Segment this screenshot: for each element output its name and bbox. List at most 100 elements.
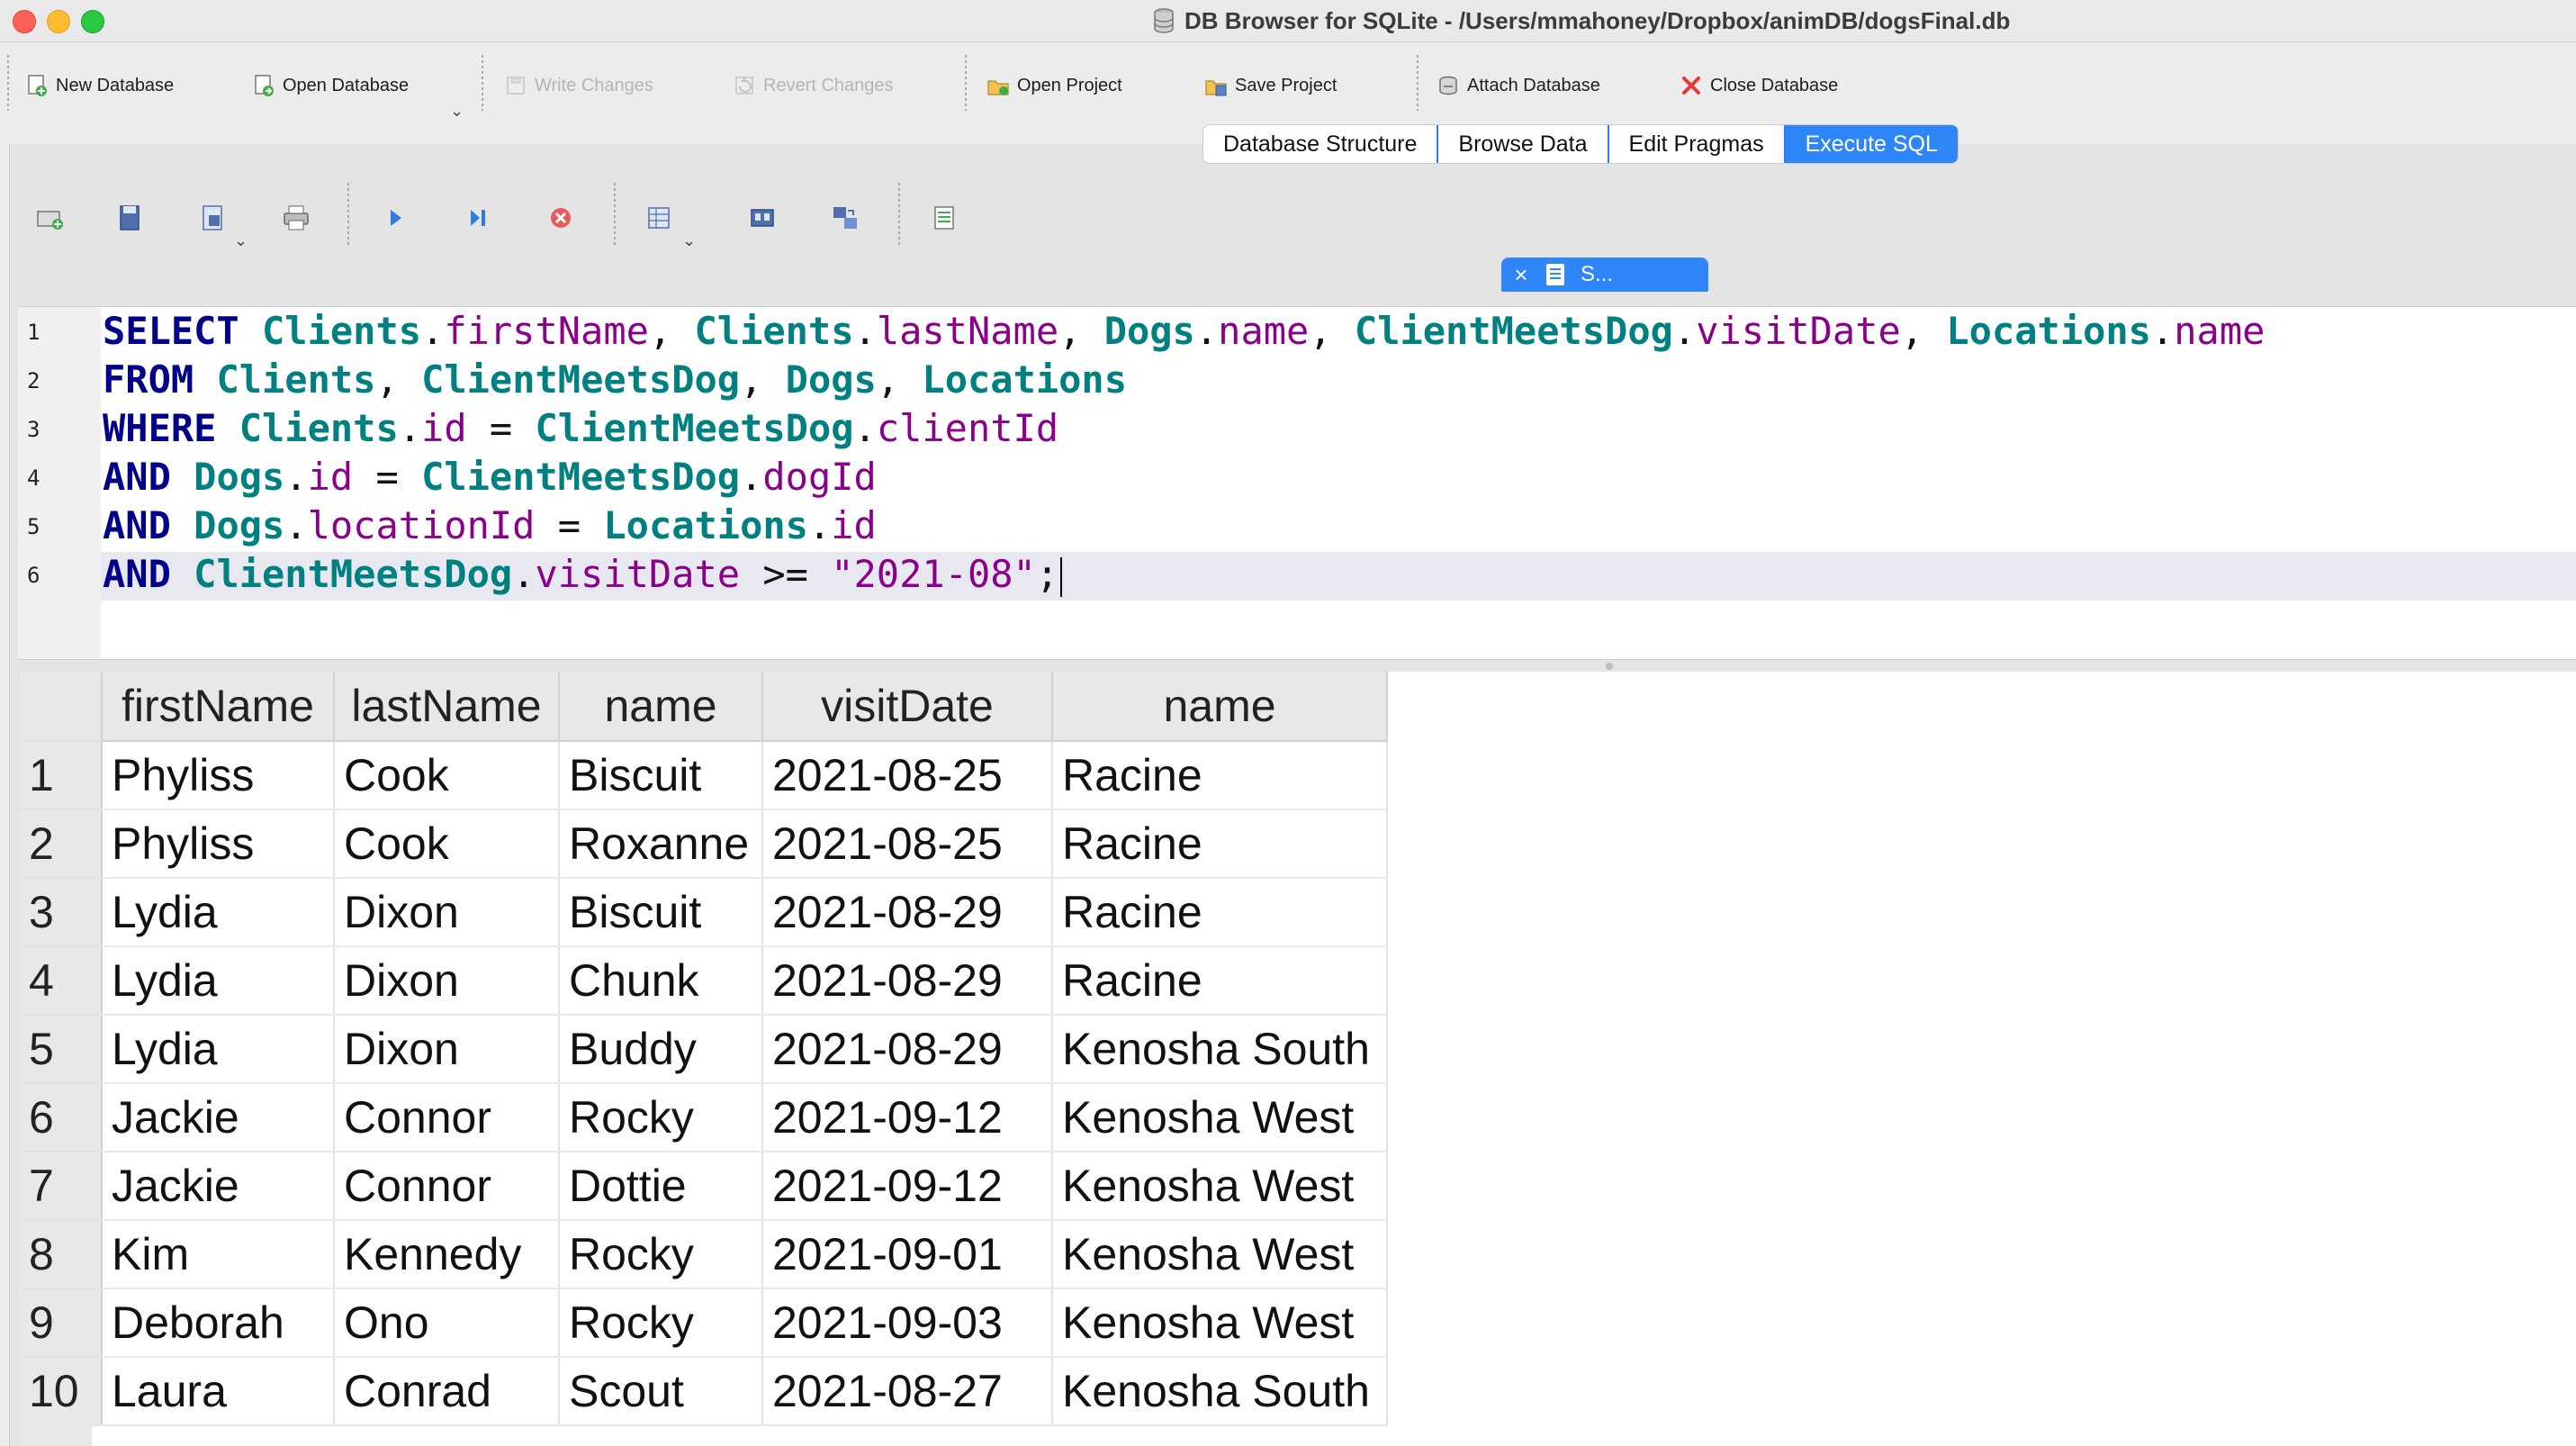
tab-database-structure[interactable]: Database Structure <box>1203 125 1439 163</box>
open-database-dropdown-icon[interactable]: ⌄ <box>450 102 464 121</box>
table-cell[interactable]: Dixon <box>334 946 560 1016</box>
table-cell[interactable]: Racine <box>1052 741 1388 810</box>
table-cell[interactable]: Cook <box>334 741 560 810</box>
execute-all-icon[interactable] <box>380 203 410 233</box>
table-cell[interactable]: Biscuit <box>559 878 763 947</box>
column-header[interactable]: lastName <box>334 672 560 742</box>
execute-current-line-icon[interactable] <box>463 203 493 233</box>
table-cell[interactable]: Buddy <box>559 1015 763 1084</box>
table-cell[interactable]: Phyliss <box>102 809 335 879</box>
splitter-handle[interactable] <box>1606 663 1613 670</box>
comment-block-icon[interactable] <box>929 203 959 233</box>
table-row[interactable]: 1 Phyliss Cook Biscuit 2021-08-25 Racine <box>20 741 1388 810</box>
row-number[interactable]: 10 <box>20 1357 103 1426</box>
window-zoom-button[interactable] <box>81 10 104 33</box>
table-cell[interactable]: 2021-09-12 <box>762 1152 1053 1221</box>
save-sql-dropdown-icon[interactable]: ⌄ <box>234 231 248 250</box>
table-cell[interactable]: Chunk <box>559 946 763 1016</box>
table-cell[interactable]: Kenosha West <box>1052 1288 1388 1358</box>
tab-execute-sql[interactable]: Execute SQL <box>1785 125 1958 163</box>
table-cell[interactable]: Cook <box>334 809 560 879</box>
sql-editor-tab[interactable]: × S... <box>1501 258 1708 292</box>
table-cell[interactable]: Rocky <box>559 1083 763 1152</box>
table-cell[interactable]: Conrad <box>334 1357 560 1426</box>
column-header[interactable]: name <box>1052 672 1388 742</box>
sql-code-line[interactable]: SELECT Clients.firstName, Clients.lastNa… <box>103 307 2265 356</box>
row-number[interactable]: 4 <box>20 946 103 1016</box>
table-row[interactable]: 4 Lydia Dixon Chunk 2021-08-29 Racine <box>20 946 1388 1016</box>
table-cell[interactable]: Dixon <box>334 1015 560 1084</box>
close-database-button[interactable]: Close Database <box>1680 69 1838 102</box>
table-cell[interactable]: 2021-08-29 <box>762 946 1053 1016</box>
table-cell[interactable]: 2021-09-12 <box>762 1083 1053 1152</box>
table-cell[interactable]: Deborah <box>102 1288 335 1358</box>
save-results-icon[interactable] <box>644 203 675 233</box>
table-row[interactable]: 3 Lydia Dixon Biscuit 2021-08-29 Racine <box>20 878 1388 947</box>
table-cell[interactable]: Racine <box>1052 878 1388 947</box>
attach-database-button[interactable]: Attach Database <box>1437 69 1600 102</box>
table-cell[interactable]: Kennedy <box>334 1220 560 1289</box>
tab-edit-pragmas[interactable]: Edit Pragmas <box>1609 125 1786 163</box>
table-cell[interactable]: 2021-08-25 <box>762 741 1053 810</box>
save-sql-file-icon[interactable] <box>198 203 229 233</box>
table-cell[interactable]: Racine <box>1052 946 1388 1016</box>
table-cell[interactable]: Jackie <box>102 1083 335 1152</box>
open-sql-file-icon[interactable] <box>115 203 146 233</box>
table-cell[interactable]: Connor <box>334 1152 560 1221</box>
sql-code-line[interactable]: FROM Clients, ClientMeetsDog, Dogs, Loca… <box>103 356 1127 404</box>
row-number[interactable]: 1 <box>20 741 103 810</box>
find-replace-icon[interactable] <box>830 203 860 233</box>
row-number[interactable]: 2 <box>20 809 103 879</box>
row-number[interactable]: 6 <box>20 1083 103 1152</box>
open-project-button[interactable]: Open Project <box>986 69 1122 102</box>
window-close-button[interactable] <box>13 10 36 33</box>
table-cell[interactable]: 2021-08-29 <box>762 1015 1053 1084</box>
open-tab-icon[interactable] <box>34 203 65 233</box>
table-row[interactable]: 10 Laura Conrad Scout 2021-08-27 Kenosha Sout… <box>20 1357 1388 1426</box>
table-cell[interactable]: Laura <box>102 1357 335 1426</box>
close-tab-icon[interactable]: × <box>1510 261 1532 289</box>
table-cell[interactable]: Lydia <box>102 946 335 1016</box>
table-cell[interactable]: Jackie <box>102 1152 335 1221</box>
table-cell[interactable]: 2021-08-29 <box>762 878 1053 947</box>
stop-execution-icon[interactable] <box>545 203 576 233</box>
table-row[interactable]: 2 Phyliss Cook Roxanne 2021-08-25 Racine <box>20 809 1388 879</box>
table-cell[interactable]: Dixon <box>334 878 560 947</box>
table-cell[interactable]: Rocky <box>559 1220 763 1289</box>
table-cell[interactable]: Lydia <box>102 878 335 947</box>
table-row[interactable]: 8 Kim Kennedy Rocky 2021-09-01 Kenosha West <box>20 1220 1388 1289</box>
revert-changes-button[interactable]: Revert Changes <box>733 69 894 102</box>
row-number[interactable]: 7 <box>20 1152 103 1221</box>
write-changes-button[interactable]: Write Changes <box>504 69 653 102</box>
table-cell[interactable]: Kim <box>102 1220 335 1289</box>
corner-cell[interactable] <box>20 672 103 742</box>
table-cell[interactable]: Kenosha West <box>1052 1083 1388 1152</box>
results-grid[interactable]: firstName lastName name visitDate name 1… <box>20 672 2576 1446</box>
table-cell[interactable]: Kenosha West <box>1052 1220 1388 1289</box>
open-database-button[interactable]: Open Database <box>252 69 409 102</box>
save-project-button[interactable]: Save Project <box>1204 69 1337 102</box>
row-number[interactable]: 9 <box>20 1288 103 1358</box>
row-number[interactable]: 3 <box>20 878 103 947</box>
sql-editor[interactable]: 1 2 3 4 5 6 SELECT Clients.firstName, Cl… <box>18 306 2576 660</box>
table-cell[interactable]: Kenosha South <box>1052 1015 1388 1084</box>
table-cell[interactable]: Phyliss <box>102 741 335 810</box>
sql-code-line[interactable]: AND Dogs.id = ClientMeetsDog.dogId <box>103 453 877 502</box>
column-header[interactable]: name <box>559 672 763 742</box>
table-cell[interactable]: Roxanne <box>559 809 763 879</box>
table-cell[interactable]: Biscuit <box>559 741 763 810</box>
find-icon[interactable] <box>747 203 778 233</box>
column-header[interactable]: firstName <box>102 672 335 742</box>
table-cell[interactable]: 2021-08-25 <box>762 809 1053 879</box>
table-cell[interactable]: Lydia <box>102 1015 335 1084</box>
tab-browse-data[interactable]: Browse Data <box>1438 125 1609 163</box>
sql-code-line[interactable]: AND ClientMeetsDog.visitDate >= "2021-08… <box>103 550 1063 599</box>
table-cell[interactable]: Racine <box>1052 809 1388 879</box>
table-cell[interactable]: Dottie <box>559 1152 763 1221</box>
new-database-button[interactable]: New Database <box>25 69 174 102</box>
table-cell[interactable]: Kenosha West <box>1052 1152 1388 1221</box>
table-cell[interactable]: Ono <box>334 1288 560 1358</box>
table-row[interactable]: 6 Jackie Connor Rocky 2021-09-12 Kenosha West <box>20 1083 1388 1152</box>
row-number[interactable]: 5 <box>20 1015 103 1084</box>
table-cell[interactable]: Kenosha South <box>1052 1357 1388 1426</box>
